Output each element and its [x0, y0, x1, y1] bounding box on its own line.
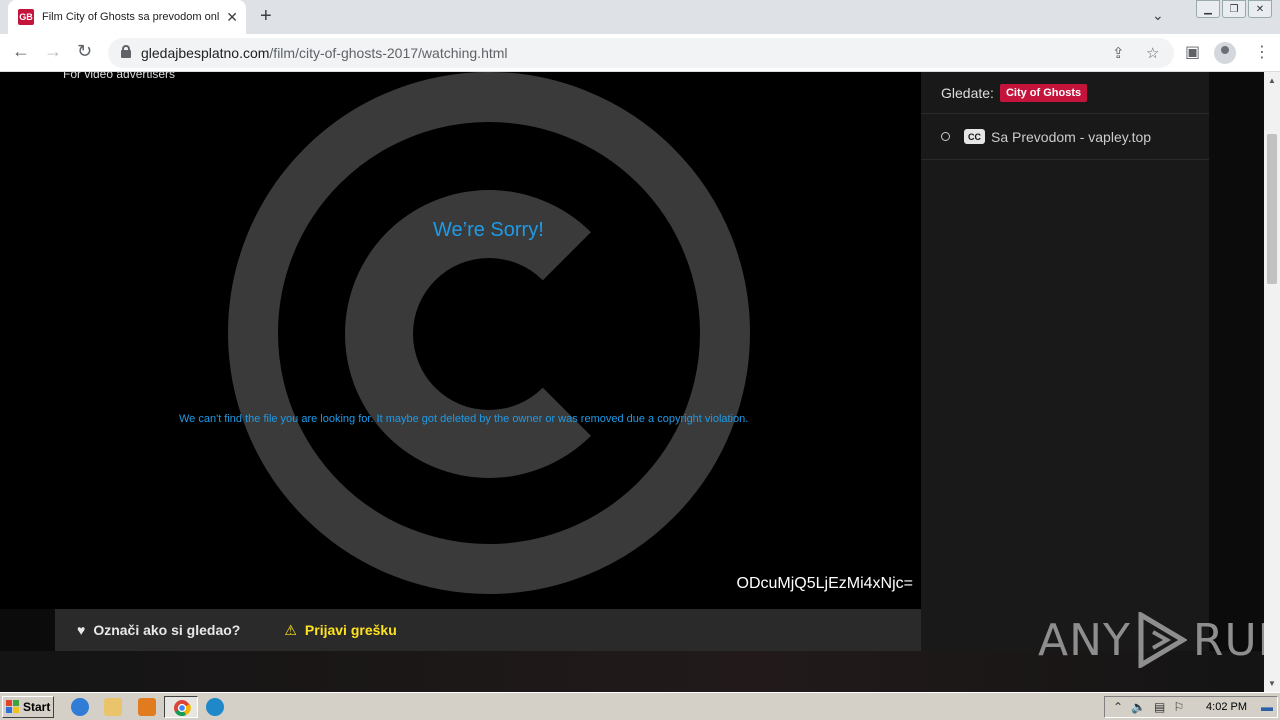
scroll-thumb[interactable]: [1267, 134, 1277, 284]
cc-icon: CC: [964, 129, 985, 144]
restore-icon[interactable]: ❐: [1222, 0, 1246, 18]
chrome-taskbar-button[interactable]: [164, 696, 198, 718]
volume-icon[interactable]: 🔈: [1131, 700, 1146, 714]
chevron-down-icon[interactable]: ⌄: [1152, 7, 1164, 24]
browser-tab-strip: GB Film City of Ghosts sa prevodom onlin…: [0, 0, 1280, 34]
url-text[interactable]: gledajbesplatno.com/film/city-of-ghosts-…: [141, 45, 508, 61]
source-item[interactable]: CC Sa Prevodom - vapley.top: [921, 114, 1209, 160]
network-icon[interactable]: ▤: [1154, 700, 1165, 714]
tray-expand-icon[interactable]: ⌃: [1113, 700, 1123, 714]
profile-avatar-icon[interactable]: [1214, 42, 1236, 64]
watermark-left: ANY: [1038, 614, 1131, 666]
video-player[interactable]: For video advertisers We’re Sorry! We ca…: [0, 72, 921, 609]
scroll-up-icon[interactable]: ▲: [1268, 76, 1276, 85]
source-sidebar: Gledate: City of Ghosts CC Sa Prevodom -…: [921, 72, 1209, 651]
mark-watched-label: Označi ako si gledao?: [93, 622, 241, 638]
share-icon[interactable]: ⇪: [1112, 44, 1125, 62]
heart-icon: ♥: [77, 622, 86, 638]
chrome-icon: [174, 700, 191, 717]
warning-icon: ⚠: [284, 621, 297, 638]
edge-icon[interactable]: [206, 698, 224, 716]
system-tray: ⌃ 🔈 ▤ ⚐ 4:02 PM ▬: [1104, 696, 1278, 718]
minimize-icon[interactable]: ▁: [1196, 0, 1220, 18]
watermark-right: RUN: [1192, 614, 1264, 666]
page-scrollbar[interactable]: ▲ ▼: [1264, 72, 1280, 692]
source-label[interactable]: Sa Prevodom - vapley.top: [991, 129, 1151, 145]
site-favicon: GB: [18, 9, 34, 25]
windows-taskbar: Start ⌃ 🔈 ▤ ⚐ 4:02 PM ▬: [0, 692, 1280, 720]
lock-icon[interactable]: [121, 45, 131, 58]
show-desktop-icon[interactable]: ▬: [1261, 700, 1273, 714]
bookmark-star-icon[interactable]: ☆: [1146, 44, 1159, 62]
folder-icon[interactable]: [104, 698, 122, 716]
ie-icon[interactable]: [71, 698, 89, 716]
web-page: For video advertisers We’re Sorry! We ca…: [0, 72, 1264, 692]
new-tab-icon[interactable]: +: [260, 5, 272, 28]
side-panel-icon[interactable]: ▣: [1185, 42, 1200, 62]
scroll-down-icon[interactable]: ▼: [1268, 679, 1276, 688]
encoded-code: ODcuMjQ5LjEzMi4xNjc=: [736, 575, 913, 592]
mark-watched-button[interactable]: ♥ Označi ako si gledao?: [77, 622, 240, 638]
start-button[interactable]: Start: [2, 696, 54, 718]
menu-kebab-icon[interactable]: ⋮: [1254, 42, 1270, 62]
forward-arrow-icon[interactable]: →: [44, 41, 62, 62]
address-bar[interactable]: gledajbesplatno.com/film/city-of-ghosts-…: [108, 38, 1174, 68]
player-action-bar: ♥ Označi ako si gledao? ⚠ Prijavi grešku: [55, 609, 921, 651]
reload-icon[interactable]: ↻: [77, 41, 92, 62]
report-error-label: Prijavi grešku: [304, 622, 397, 638]
play-icon: [1138, 612, 1187, 668]
error-message: We can't find the file you are looking f…: [179, 413, 749, 425]
error-title: We’re Sorry!: [433, 219, 544, 241]
flag-icon[interactable]: ⚐: [1173, 700, 1184, 714]
browser-tab[interactable]: GB Film City of Ghosts sa prevodom onlin…: [8, 0, 246, 34]
back-arrow-icon[interactable]: ←: [12, 41, 30, 62]
radio-icon[interactable]: [941, 132, 950, 141]
browser-toolbar: ← → ↻ gledajbesplatno.com/film/city-of-g…: [0, 34, 1280, 72]
start-label: Start: [23, 700, 51, 714]
watching-header: Gledate: City of Ghosts: [921, 72, 1209, 114]
report-error-button[interactable]: ⚠ Prijavi grešku: [284, 622, 396, 639]
media-player-icon[interactable]: [138, 698, 156, 716]
ad-label[interactable]: For video advertisers: [63, 72, 175, 81]
close-icon[interactable]: ✕: [226, 9, 238, 26]
window-close-icon[interactable]: ✕: [1248, 0, 1272, 18]
watching-title-badge: City of Ghosts: [999, 83, 1088, 102]
windows-logo-icon: [6, 700, 20, 714]
anyrun-watermark: ANY RUN: [1038, 612, 1264, 668]
window-controls: ▁ ❐ ✕: [1194, 0, 1272, 18]
tab-title: Film City of Ghosts sa prevodom online: [42, 11, 220, 23]
clock[interactable]: 4:02 PM: [1206, 701, 1247, 713]
watching-label: Gledate:: [941, 84, 994, 101]
